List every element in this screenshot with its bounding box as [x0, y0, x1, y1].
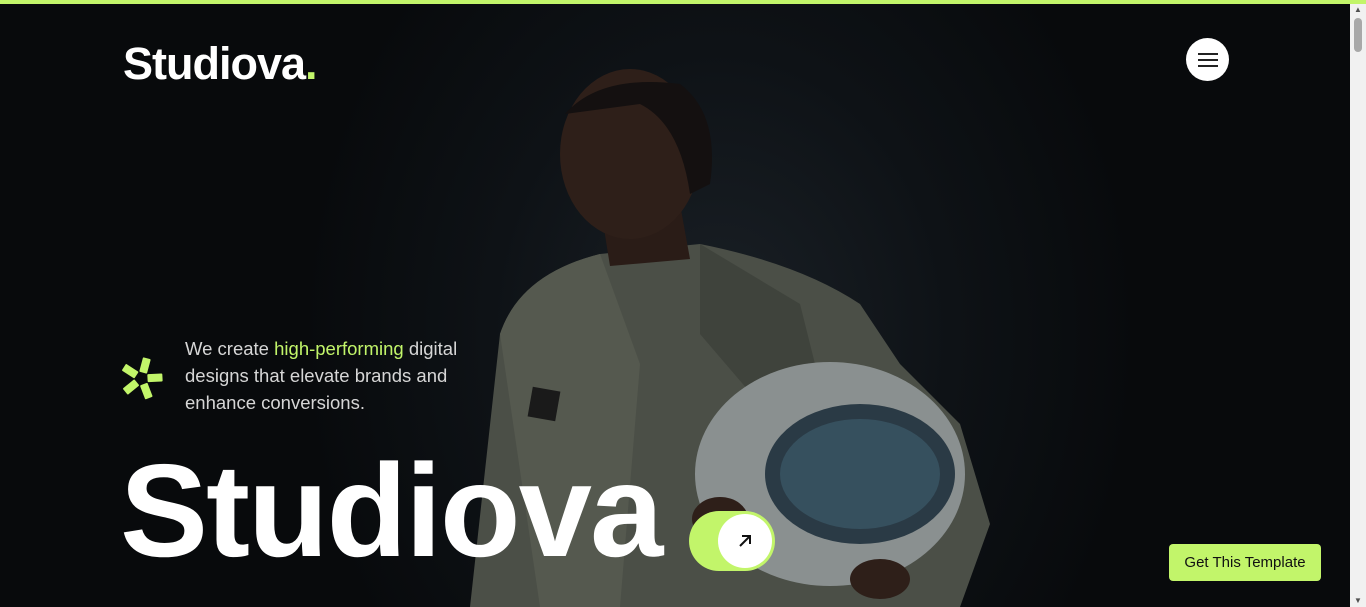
brand-logo[interactable]: Studiova.: [123, 38, 318, 90]
scroll-up-icon[interactable]: ▲: [1350, 4, 1366, 16]
sparkle-burst-icon: [122, 357, 163, 400]
arrow-knob: [718, 514, 772, 568]
brand-dot: .: [305, 38, 317, 89]
get-template-button[interactable]: Get This Template: [1169, 544, 1321, 581]
menu-button[interactable]: [1186, 38, 1229, 81]
hero-arrow-button[interactable]: [689, 511, 775, 571]
hero-tagline: We create high-performing digital design…: [185, 335, 485, 416]
hamburger-icon-line: [1197, 58, 1218, 61]
hero-title: Studiova: [120, 437, 663, 584]
tagline-before: We create: [185, 338, 275, 359]
brand-name: Studiova: [123, 38, 306, 89]
tagline-highlight: high-performing: [274, 338, 404, 359]
scrollbar-thumb[interactable]: [1354, 18, 1362, 52]
hamburger-icon-line: [1197, 64, 1218, 67]
arrow-up-right-icon: [739, 535, 751, 547]
hero-section: Studiova. We create high-performing digi…: [0, 4, 1350, 607]
hamburger-icon: [1197, 52, 1218, 55]
page-scrollbar[interactable]: ▲ ▼: [1350, 4, 1366, 607]
scroll-down-icon[interactable]: ▼: [1350, 595, 1366, 607]
